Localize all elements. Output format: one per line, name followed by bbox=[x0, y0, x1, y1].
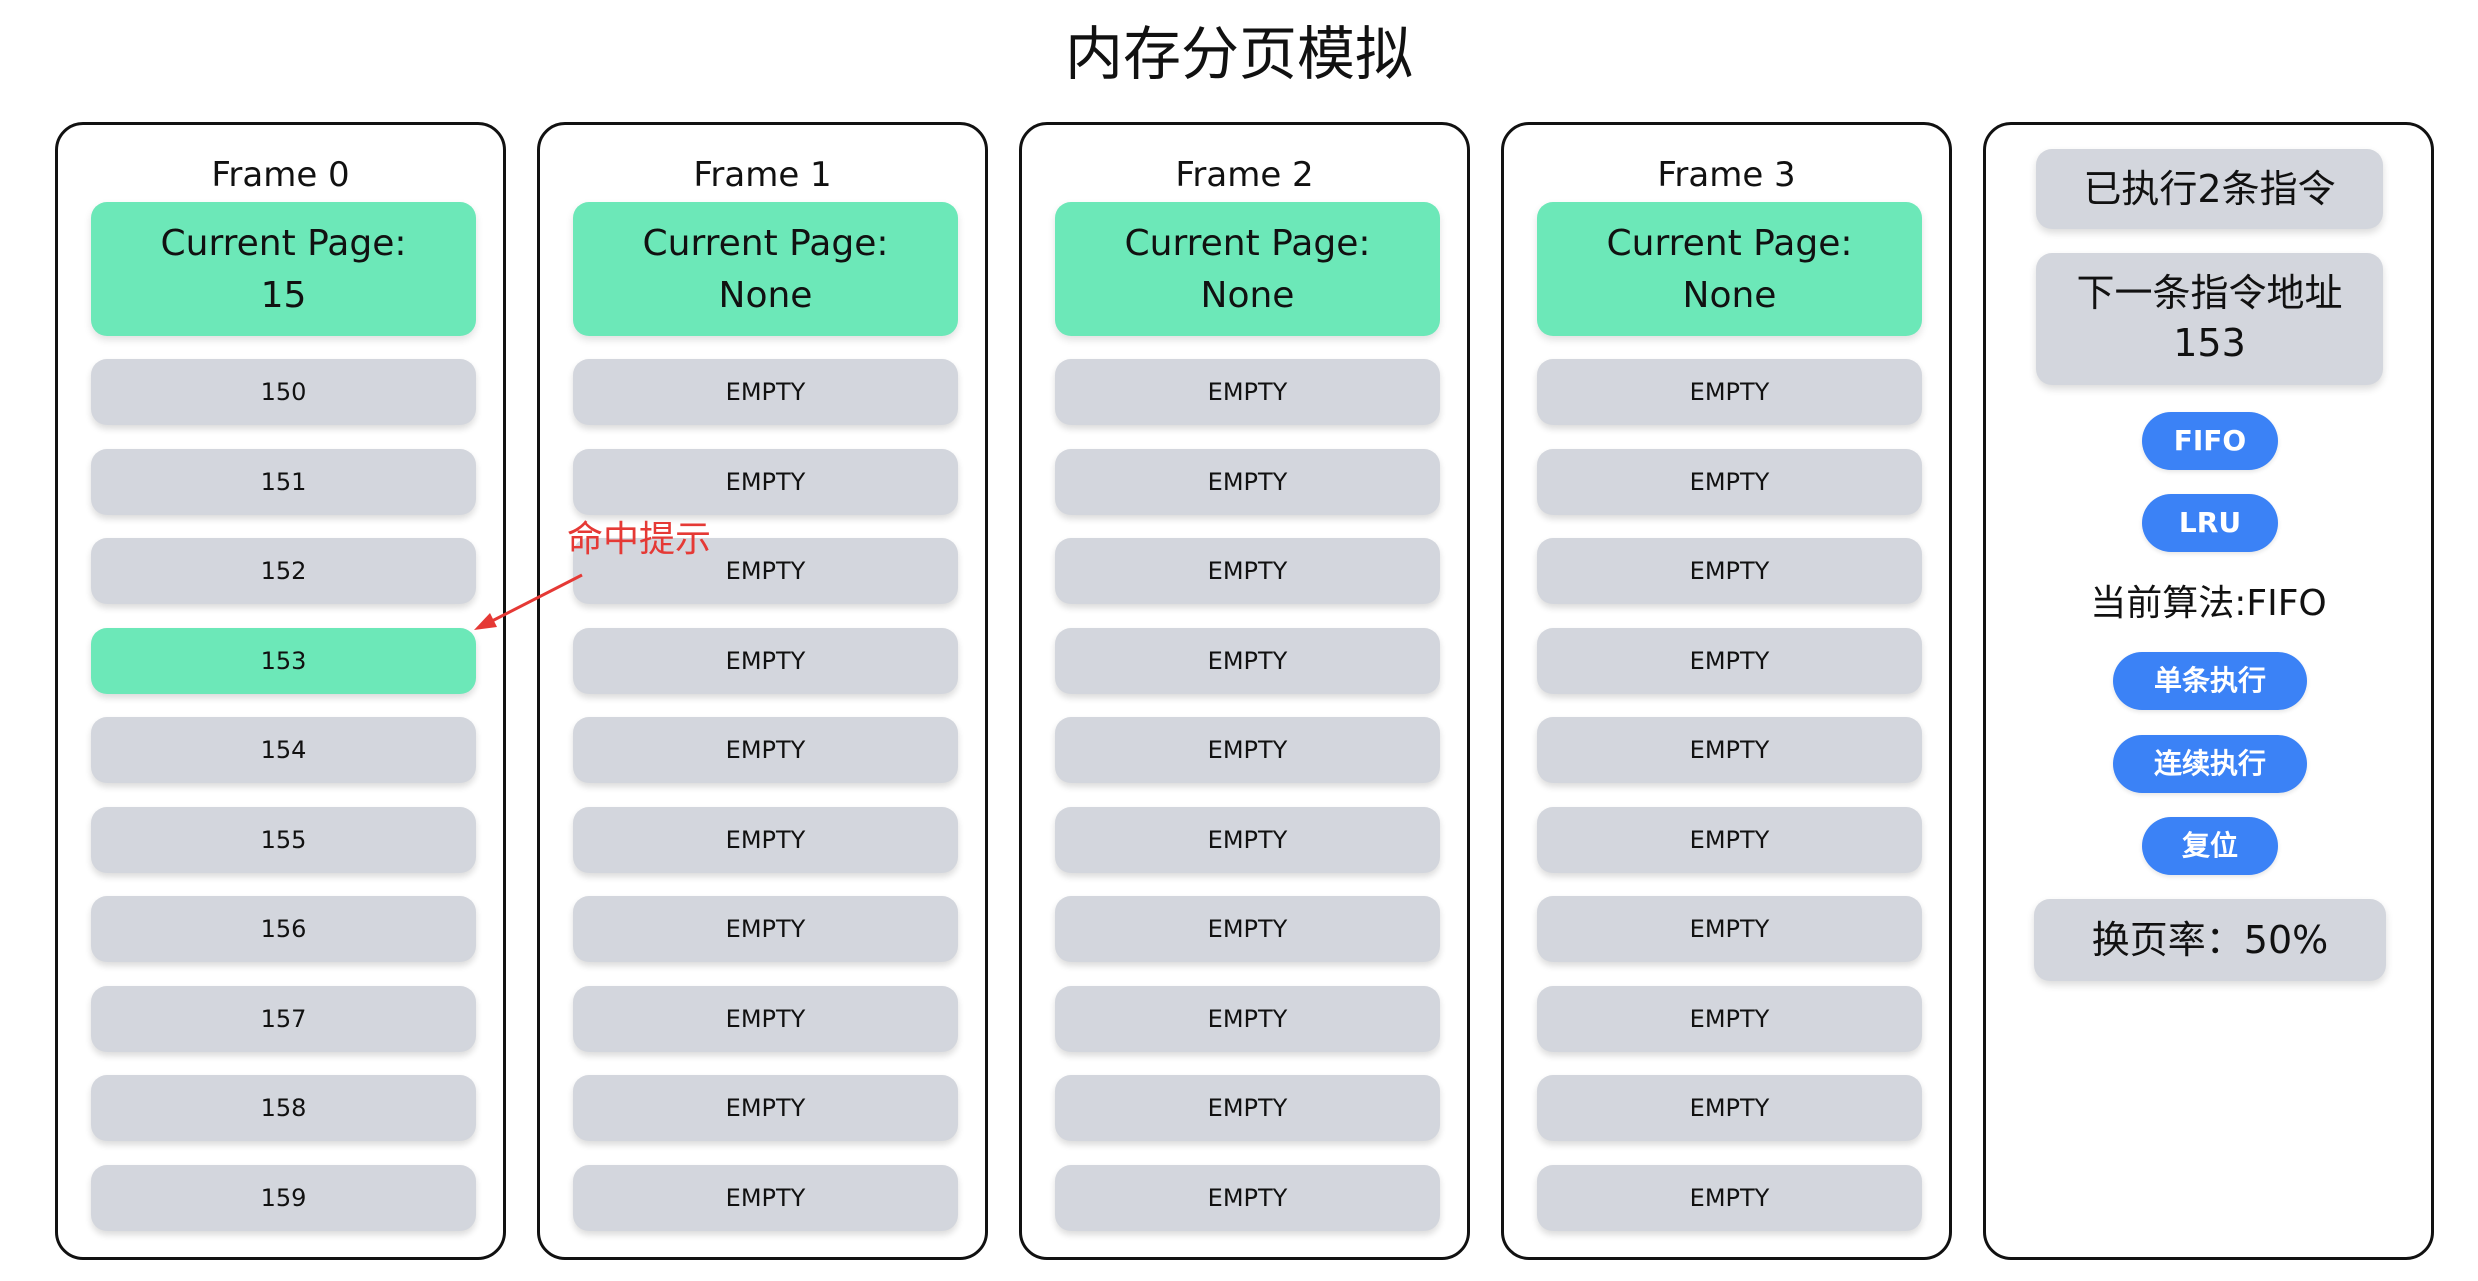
current-page-label: Current Page: bbox=[1124, 223, 1371, 264]
executed-count: 已执行2条指令 bbox=[2036, 149, 2383, 229]
page-slot: 150 bbox=[91, 359, 476, 425]
page-slot: EMPTY bbox=[1537, 1075, 1922, 1141]
page-slot: EMPTY bbox=[1537, 359, 1922, 425]
frame-title: Frame 1 bbox=[693, 155, 832, 195]
frame-panel-2: Frame 2 Current Page: None EMPTY EMPTY E… bbox=[1019, 122, 1470, 1260]
page-slot: EMPTY bbox=[1537, 896, 1922, 962]
current-page-box: Current Page: None bbox=[573, 202, 958, 336]
page-slot: EMPTY bbox=[573, 986, 958, 1052]
page-slot: EMPTY bbox=[1537, 717, 1922, 783]
current-page-value: None bbox=[718, 275, 813, 316]
current-page-label: Current Page: bbox=[160, 223, 407, 264]
current-page-value: None bbox=[1682, 275, 1777, 316]
page-slot: 155 bbox=[91, 807, 476, 873]
page-slot: 159 bbox=[91, 1165, 476, 1231]
hit-annotation-label: 命中提示 bbox=[567, 519, 712, 560]
page-slot-hit: 153 bbox=[91, 628, 476, 694]
page-slot: 157 bbox=[91, 986, 476, 1052]
page-slot: EMPTY bbox=[573, 628, 958, 694]
next-address-box: 下一条指令地址 153 bbox=[2036, 253, 2383, 385]
current-page-label: Current Page: bbox=[1606, 223, 1853, 264]
page-slot: EMPTY bbox=[573, 1075, 958, 1141]
current-page-box: Current Page: None bbox=[1055, 202, 1440, 336]
page-slot: 158 bbox=[91, 1075, 476, 1141]
frame-title: Frame 0 bbox=[211, 155, 350, 195]
page-slot: EMPTY bbox=[1537, 538, 1922, 604]
page-slot: EMPTY bbox=[573, 1165, 958, 1231]
fifo-button[interactable]: FIFO bbox=[2142, 412, 2278, 470]
page-slot: EMPTY bbox=[1055, 1075, 1440, 1141]
page-title: 内存分页模拟 bbox=[1064, 20, 1413, 88]
page-slot: EMPTY bbox=[1055, 538, 1440, 604]
page-slot: EMPTY bbox=[1055, 717, 1440, 783]
reset-button[interactable]: 复位 bbox=[2142, 817, 2278, 875]
page-slot: EMPTY bbox=[1537, 986, 1922, 1052]
frame-panel-1: Frame 1 Current Page: None EMPTY EMPTY E… bbox=[537, 122, 988, 1260]
page-slot: EMPTY bbox=[573, 807, 958, 873]
current-page-label: Current Page: bbox=[642, 223, 889, 264]
page-slot: EMPTY bbox=[1055, 807, 1440, 873]
current-page-value: 15 bbox=[260, 275, 307, 316]
page-slot: EMPTY bbox=[1055, 359, 1440, 425]
current-page-box: Current Page: 15 bbox=[91, 202, 476, 336]
page-slot: EMPTY bbox=[1055, 986, 1440, 1052]
page-slot: 154 bbox=[91, 717, 476, 783]
frame-panel-3: Frame 3 Current Page: None EMPTY EMPTY E… bbox=[1501, 122, 1952, 1260]
page-slot: EMPTY bbox=[573, 896, 958, 962]
current-page-value: None bbox=[1200, 275, 1295, 316]
frame-title: Frame 3 bbox=[1657, 155, 1796, 195]
page-fault-rate: 换页率：50% bbox=[2034, 899, 2386, 981]
page-slot: EMPTY bbox=[1537, 1165, 1922, 1231]
page-slot: EMPTY bbox=[573, 359, 958, 425]
page-slot: EMPTY bbox=[1537, 628, 1922, 694]
step-button[interactable]: 单条执行 bbox=[2113, 652, 2307, 710]
next-address-label: 下一条指令地址 bbox=[2076, 271, 2343, 315]
page-slot: EMPTY bbox=[1055, 449, 1440, 515]
next-address-value: 153 bbox=[2173, 321, 2246, 365]
frame-panel-0: Frame 0 Current Page: 15 150 151 152 153… bbox=[55, 122, 506, 1260]
current-algorithm: 当前算法:FIFO bbox=[2090, 583, 2327, 624]
page-slot: EMPTY bbox=[1055, 896, 1440, 962]
page-slot: EMPTY bbox=[1055, 1165, 1440, 1231]
page-slot: EMPTY bbox=[573, 717, 958, 783]
page-slot: EMPTY bbox=[1055, 628, 1440, 694]
control-panel: 已执行2条指令 下一条指令地址 153 FIFO LRU 当前算法:FIFO 单… bbox=[1983, 122, 2434, 1260]
page-slot: 152 bbox=[91, 538, 476, 604]
current-page-box: Current Page: None bbox=[1537, 202, 1922, 336]
run-button[interactable]: 连续执行 bbox=[2113, 735, 2307, 793]
lru-button[interactable]: LRU bbox=[2142, 494, 2278, 552]
page-slot: 151 bbox=[91, 449, 476, 515]
page-slot: EMPTY bbox=[1537, 449, 1922, 515]
page-slot: 156 bbox=[91, 896, 476, 962]
page-slot: EMPTY bbox=[573, 449, 958, 515]
frame-title: Frame 2 bbox=[1175, 155, 1314, 195]
page-slot: EMPTY bbox=[1537, 807, 1922, 873]
